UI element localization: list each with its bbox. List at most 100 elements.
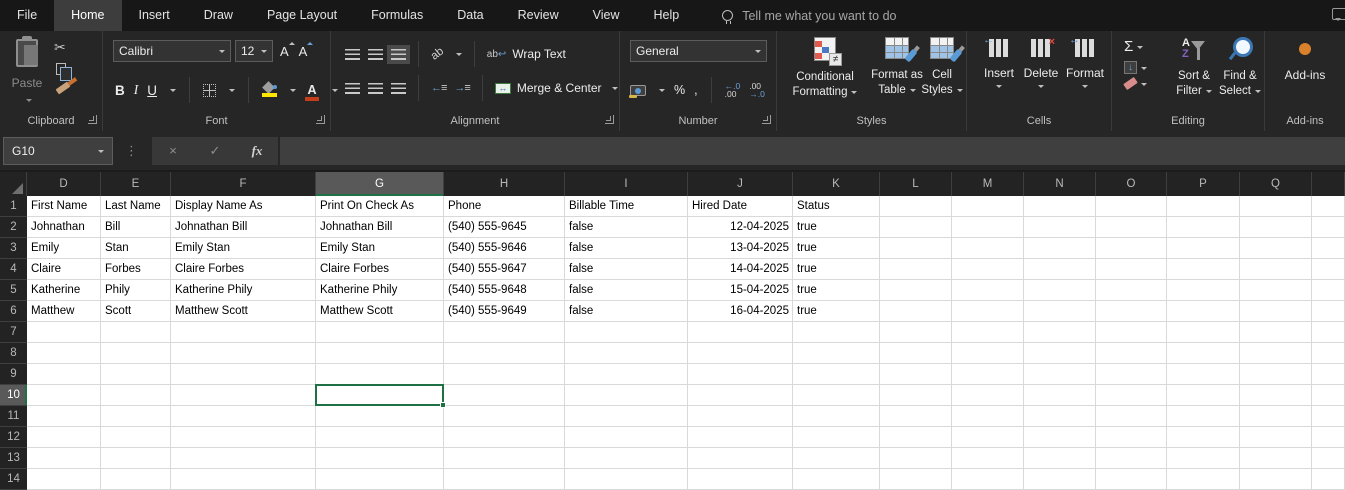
number-dialog-launcher-icon[interactable] xyxy=(762,115,771,124)
cell-K5[interactable]: true xyxy=(793,280,880,301)
cell-G5[interactable]: Katherine Phily xyxy=(316,280,444,301)
increase-decimal-button[interactable]: ←.0.00 xyxy=(725,82,741,99)
cell-H2[interactable]: (540) 555-9645 xyxy=(444,217,565,238)
cell-F5[interactable]: Katherine Phily xyxy=(171,280,316,301)
autosum-button[interactable]: Σ xyxy=(1124,39,1147,55)
find-select-button[interactable]: Find & Select xyxy=(1218,37,1262,98)
cell-J6[interactable]: 16-04-2025 xyxy=(688,301,793,322)
cell-E6[interactable]: Scott xyxy=(101,301,171,322)
addins-button[interactable]: Add-ins xyxy=(1265,43,1345,82)
cell-F4[interactable]: Claire Forbes xyxy=(171,259,316,280)
col-header-M[interactable]: M xyxy=(952,172,1024,196)
col-header-J[interactable]: J xyxy=(688,172,793,196)
delete-cells-button[interactable]: × Delete xyxy=(1019,37,1063,89)
cell-J5[interactable]: 15-04-2025 xyxy=(688,280,793,301)
align-center-button[interactable] xyxy=(368,82,383,94)
chevron-down-icon[interactable] xyxy=(455,53,462,59)
fill-button[interactable]: ↓ xyxy=(1124,61,1147,74)
format-painter-icon[interactable] xyxy=(55,81,71,95)
align-left-button[interactable] xyxy=(345,82,360,94)
cell-J1[interactable]: Hired Date xyxy=(688,196,793,217)
increase-indent-button[interactable]: →≡ xyxy=(454,82,471,94)
cell-F2[interactable]: Johnathan Bill xyxy=(171,217,316,238)
decrease-decimal-button[interactable]: .00 →.0 xyxy=(749,82,765,99)
shrink-font-button[interactable]: A xyxy=(296,41,314,59)
merge-center-button[interactable]: ↔ Merge & Center xyxy=(494,81,618,95)
clipboard-dialog-launcher-icon[interactable] xyxy=(88,115,97,124)
cell-E5[interactable]: Phily xyxy=(101,280,171,301)
cell-K6[interactable]: true xyxy=(793,301,880,322)
cancel-button[interactable]: × xyxy=(152,143,194,158)
col-header-L[interactable]: L xyxy=(880,172,952,196)
cell-G4[interactable]: Claire Forbes xyxy=(316,259,444,280)
font-size-combo[interactable]: 12 xyxy=(235,40,273,62)
cell-D1[interactable]: First Name xyxy=(27,196,101,217)
row-header-10[interactable]: 10 xyxy=(0,385,27,406)
cell-G2[interactable]: Johnathan Bill xyxy=(316,217,444,238)
cell-D3[interactable]: Emily xyxy=(27,238,101,259)
enter-button[interactable]: ✓ xyxy=(194,143,236,159)
row-header-2[interactable]: 2 xyxy=(0,217,27,238)
row-header-13[interactable]: 13 xyxy=(0,448,27,469)
format-as-table-button[interactable]: Format as Table xyxy=(869,37,925,97)
percent-style-button[interactable]: % xyxy=(674,83,685,97)
col-header-N[interactable]: N xyxy=(1024,172,1096,196)
col-header-I[interactable]: I xyxy=(565,172,688,196)
paste-button[interactable]: Paste xyxy=(8,36,46,115)
row-header-3[interactable]: 3 xyxy=(0,238,27,259)
col-header-Q[interactable]: Q xyxy=(1240,172,1312,196)
cell-G6[interactable]: Matthew Scott xyxy=(316,301,444,322)
tab-review[interactable]: Review xyxy=(501,0,576,31)
chevron-down-icon[interactable] xyxy=(229,89,235,95)
chevron-down-icon[interactable] xyxy=(290,89,296,95)
clear-button[interactable] xyxy=(1123,76,1147,91)
cell-E4[interactable]: Forbes xyxy=(101,259,171,280)
cell-D2[interactable]: Johnathan xyxy=(27,217,101,238)
row-header-5[interactable]: 5 xyxy=(0,280,27,301)
col-header-H[interactable]: H xyxy=(444,172,565,196)
tab-file[interactable]: File xyxy=(0,0,54,31)
cell-I1[interactable]: Billable Time xyxy=(565,196,688,217)
tab-view[interactable]: View xyxy=(576,0,637,31)
italic-button[interactable]: I xyxy=(134,82,139,98)
conditional-formatting-button[interactable]: Conditional Formatting xyxy=(783,37,867,99)
cell-H6[interactable]: (540) 555-9649 xyxy=(444,301,565,322)
row-header-1[interactable]: 1 xyxy=(0,196,27,217)
col-header-F[interactable]: F xyxy=(171,172,316,196)
chevron-down-icon[interactable] xyxy=(659,89,665,95)
cell-K1[interactable]: Status xyxy=(793,196,880,217)
cell-K2[interactable]: true xyxy=(793,217,880,238)
chevron-down-icon[interactable] xyxy=(170,89,176,95)
bold-button[interactable]: B xyxy=(115,83,125,98)
cell-F1[interactable]: Display Name As xyxy=(171,196,316,217)
orientation-button[interactable]: ab xyxy=(429,45,446,62)
cell-I6[interactable]: false xyxy=(565,301,688,322)
copy-icon[interactable] xyxy=(56,63,72,81)
cell-H4[interactable]: (540) 555-9647 xyxy=(444,259,565,280)
cell-G1[interactable]: Print On Check As xyxy=(316,196,444,217)
cell-I3[interactable]: false xyxy=(565,238,688,259)
col-header-E[interactable]: E xyxy=(101,172,171,196)
row-header-6[interactable]: 6 xyxy=(0,301,27,322)
cell-F6[interactable]: Matthew Scott xyxy=(171,301,316,322)
formula-input[interactable] xyxy=(280,136,1345,165)
col-header-G[interactable]: G xyxy=(316,172,444,196)
cell-F3[interactable]: Emily Stan xyxy=(171,238,316,259)
cell-J2[interactable]: 12-04-2025 xyxy=(688,217,793,238)
row-header-14[interactable]: 14 xyxy=(0,469,27,490)
font-name-combo[interactable]: Calibri xyxy=(113,40,231,62)
top-align-button[interactable] xyxy=(345,48,360,60)
row-header-12[interactable]: 12 xyxy=(0,427,27,448)
cell-G3[interactable]: Emily Stan xyxy=(316,238,444,259)
row-header-9[interactable]: 9 xyxy=(0,364,27,385)
font-dialog-launcher-icon[interactable] xyxy=(316,115,325,124)
cell-I4[interactable]: false xyxy=(565,259,688,280)
underline-button[interactable]: U xyxy=(147,83,157,98)
insert-function-button[interactable]: fx xyxy=(236,143,278,159)
sort-filter-button[interactable]: A Z Sort & Filter xyxy=(1170,37,1218,98)
font-color-button-icon[interactable]: A xyxy=(305,83,319,101)
cell-I5[interactable]: false xyxy=(565,280,688,301)
bottom-align-button[interactable] xyxy=(387,44,410,64)
cell-D6[interactable]: Matthew xyxy=(27,301,101,322)
col-header-partial[interactable] xyxy=(1312,172,1345,196)
